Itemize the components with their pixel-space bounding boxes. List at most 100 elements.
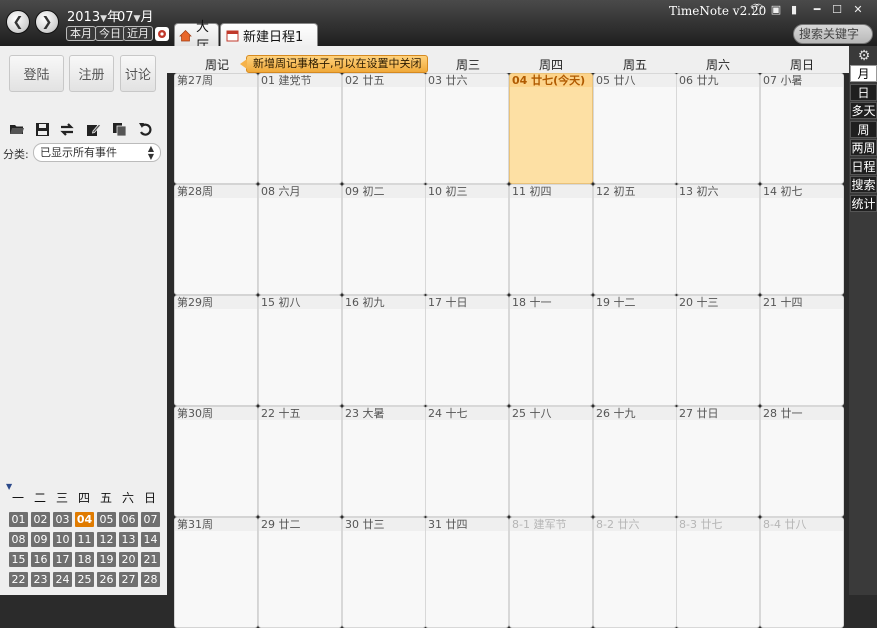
- mini-day[interactable]: 11: [75, 532, 94, 547]
- day-cell[interactable]: 8-4 廿八: [760, 517, 844, 628]
- edit-icon[interactable]: [84, 120, 102, 138]
- day-cell[interactable]: 14 初七: [760, 184, 844, 295]
- day-cell[interactable]: 06 廿九: [676, 73, 760, 184]
- day-cell[interactable]: 10 初三: [425, 184, 509, 295]
- discuss-button[interactable]: 讨论: [120, 55, 156, 92]
- mini-day[interactable]: 13: [119, 532, 138, 547]
- mini-day[interactable]: 26: [97, 572, 116, 587]
- maximize-icon[interactable]: ☐: [830, 3, 844, 17]
- mini-day[interactable]: 14: [141, 532, 160, 547]
- tab-statistics[interactable]: 统计: [850, 194, 877, 212]
- day-cell[interactable]: 17 十日: [425, 295, 509, 406]
- recent-month-button[interactable]: 近月: [123, 26, 153, 41]
- tab-search[interactable]: 搜索: [850, 176, 877, 193]
- mini-day[interactable]: 15: [9, 552, 28, 567]
- mini-day[interactable]: 06: [119, 512, 138, 527]
- today-button[interactable]: 今日: [95, 26, 125, 41]
- month-selector[interactable]: 07▼月: [117, 6, 153, 25]
- mini-day[interactable]: 20: [119, 552, 138, 567]
- day-cell[interactable]: 8-2 廿六: [593, 517, 677, 628]
- day-cell[interactable]: 25 十八: [509, 406, 593, 517]
- day-cell[interactable]: 18 十一: [509, 295, 593, 406]
- mini-day[interactable]: 08: [9, 532, 28, 547]
- day-cell[interactable]: 23 大暑: [342, 406, 426, 517]
- mini-day[interactable]: 03: [53, 512, 72, 527]
- mini-day[interactable]: 01: [9, 512, 28, 527]
- day-cell[interactable]: 19 十二: [593, 295, 677, 406]
- week-notes-cell[interactable]: 第31周: [174, 517, 258, 628]
- day-cell[interactable]: 13 初六: [676, 184, 760, 295]
- tab-two-weeks[interactable]: 两周: [850, 139, 877, 156]
- copy-icon[interactable]: [110, 120, 128, 138]
- week-notes-cell[interactable]: 第28周: [174, 184, 258, 295]
- mini-day[interactable]: 16: [31, 552, 50, 567]
- year-selector[interactable]: 2013▼年: [67, 6, 120, 25]
- day-cell[interactable]: 11 初四: [509, 184, 593, 295]
- tab-multi-day[interactable]: 多天: [850, 102, 877, 119]
- day-cell[interactable]: 07 小暑: [760, 73, 844, 184]
- mini-day[interactable]: 07: [141, 512, 160, 527]
- gear-icon[interactable]: ⚙: [856, 48, 872, 64]
- tab-agenda[interactable]: 日程: [850, 157, 877, 175]
- tab-lobby[interactable]: 大厅: [174, 20, 219, 54]
- tab-month[interactable]: 月: [850, 65, 877, 82]
- tab-day[interactable]: 日: [850, 83, 877, 101]
- mini-day[interactable]: 05: [97, 512, 116, 527]
- day-cell[interactable]: 8-3 廿七: [676, 517, 760, 628]
- plugin-icon[interactable]: [155, 27, 169, 41]
- week-notes-cell[interactable]: 第27周: [174, 73, 258, 184]
- mini-day[interactable]: 12: [97, 532, 116, 547]
- mini-day[interactable]: 24: [53, 572, 72, 587]
- close-icon[interactable]: ✕: [851, 3, 865, 17]
- mini-day[interactable]: 19: [97, 552, 116, 567]
- week-notes-cell[interactable]: 第30周: [174, 406, 258, 517]
- swap-icon[interactable]: [58, 120, 76, 138]
- minimize-icon[interactable]: ━: [810, 3, 824, 17]
- day-cell[interactable]: 01 建党节: [258, 73, 342, 184]
- this-month-button[interactable]: 本月: [66, 26, 96, 41]
- week-notes-cell[interactable]: 第29周: [174, 295, 258, 406]
- back-button[interactable]: ❮: [6, 10, 30, 34]
- undo-icon[interactable]: [136, 120, 154, 138]
- day-cell[interactable]: 05 廿八: [593, 73, 677, 184]
- mini-day[interactable]: 10: [53, 532, 72, 547]
- day-cell[interactable]: 30 廿三: [342, 517, 426, 628]
- login-button[interactable]: 登陆: [9, 55, 64, 92]
- day-cell[interactable]: 22 十五: [258, 406, 342, 517]
- mini-day[interactable]: 17: [53, 552, 72, 567]
- open-folder-icon[interactable]: [8, 120, 26, 138]
- register-button[interactable]: 注册: [69, 55, 114, 92]
- tab-new-schedule[interactable]: 新建日程1: [220, 23, 318, 46]
- mini-day[interactable]: 28: [141, 572, 160, 587]
- day-cell[interactable]: 24 十七: [425, 406, 509, 517]
- skin-icon[interactable]: 👕︎: [750, 3, 764, 17]
- day-cell[interactable]: 28 廿一: [760, 406, 844, 517]
- mini-day[interactable]: 21: [141, 552, 160, 567]
- window-mode-icon[interactable]: ▣: [769, 3, 783, 17]
- day-cell[interactable]: 29 廿二: [258, 517, 342, 628]
- mini-day[interactable]: 02: [31, 512, 50, 527]
- mini-day[interactable]: 09: [31, 532, 50, 547]
- day-cell[interactable]: 03 廿六: [425, 73, 509, 184]
- mini-day[interactable]: 18: [75, 552, 94, 567]
- day-cell[interactable]: 20 十三: [676, 295, 760, 406]
- mini-day[interactable]: 25: [75, 572, 94, 587]
- day-cell[interactable]: 02 廿五: [342, 73, 426, 184]
- mini-day[interactable]: 27: [119, 572, 138, 587]
- day-cell[interactable]: 8-1 建军节: [509, 517, 593, 628]
- search-input[interactable]: 搜索关键字: [793, 24, 873, 44]
- day-cell[interactable]: 12 初五: [593, 184, 677, 295]
- tab-week[interactable]: 周: [850, 120, 877, 138]
- day-cell[interactable]: 26 十九: [593, 406, 677, 517]
- save-icon[interactable]: [33, 120, 51, 138]
- day-cell[interactable]: 08 六月: [258, 184, 342, 295]
- day-cell[interactable]: 31 廿四: [425, 517, 509, 628]
- category-select[interactable]: 已显示所有事件 ▲ ▼: [33, 143, 161, 162]
- mini-day-today[interactable]: 04: [75, 512, 94, 527]
- mini-day[interactable]: 22: [9, 572, 28, 587]
- day-cell[interactable]: 27 廿日: [676, 406, 760, 517]
- day-cell[interactable]: 09 初二: [342, 184, 426, 295]
- day-cell-today[interactable]: 04 廿七(今天): [509, 73, 593, 184]
- forward-button[interactable]: ❯: [35, 10, 59, 34]
- day-cell[interactable]: 16 初九: [342, 295, 426, 406]
